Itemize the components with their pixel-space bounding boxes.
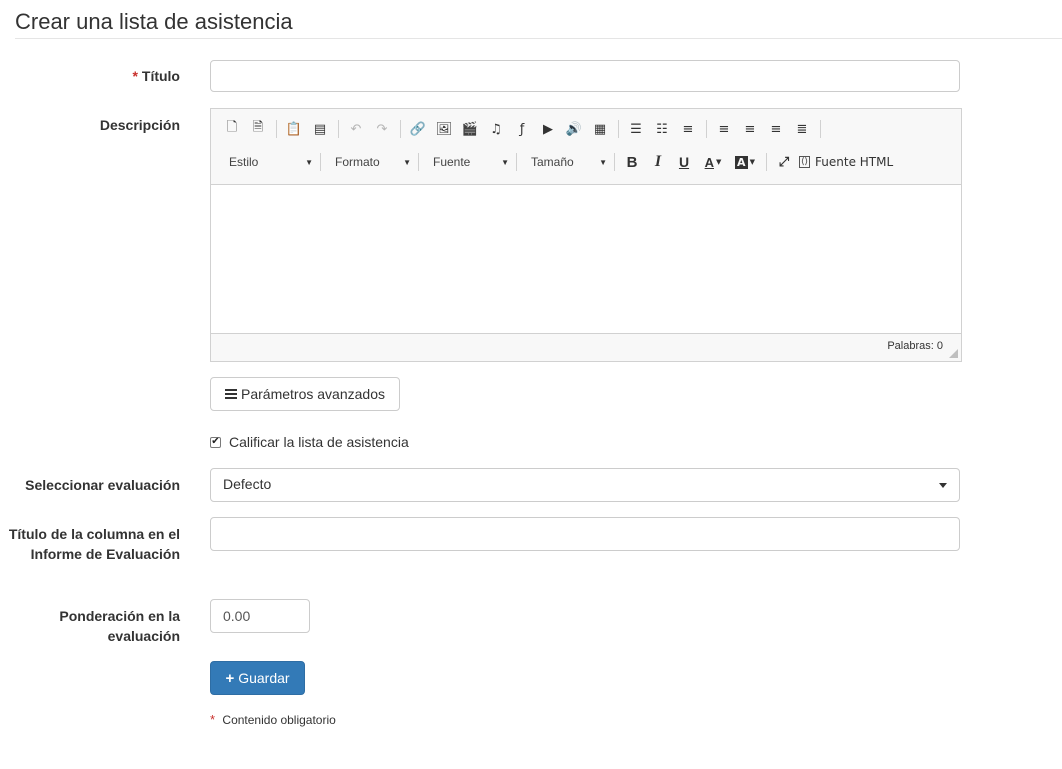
plus-icon: + bbox=[225, 669, 235, 687]
format-combo-label: Formato bbox=[335, 155, 380, 169]
toolbar-row-1: 🗋 🗎 📋 ▤ ↶ ↷ 🔗 🖼 🎬 ♫ ƒ ▶ 🔊 ▦ ☰ ☷ ≡ ≡ ≡ ≡ bbox=[221, 117, 827, 141]
resize-handle[interactable] bbox=[949, 349, 958, 358]
advanced-parameters-button[interactable]: Parámetros avanzados bbox=[210, 377, 400, 411]
save-button-label: Guardar bbox=[238, 670, 290, 686]
toolbar-separator bbox=[766, 153, 767, 171]
toolbar-row-2: Estilo ▼ Formato ▼ Fuente ▼ Tamaño ▼ B I… bbox=[221, 150, 893, 174]
required-marker: * bbox=[210, 712, 216, 727]
video-icon[interactable]: 🎬 bbox=[459, 118, 481, 140]
column-title-input[interactable] bbox=[210, 517, 960, 551]
maximize-icon[interactable]: ⤢ bbox=[773, 151, 795, 173]
source-icon: ⟨⟩ bbox=[799, 156, 811, 168]
redo-icon[interactable]: ↷ bbox=[371, 118, 393, 140]
description-label: Descripción bbox=[99, 117, 180, 133]
text-color-icon: A bbox=[704, 154, 714, 170]
align-right-icon[interactable]: ≡ bbox=[765, 118, 787, 140]
required-marker: * bbox=[132, 68, 138, 84]
justify-icon[interactable]: ≣ bbox=[791, 118, 813, 140]
paste-html-icon[interactable]: ▤ bbox=[309, 118, 331, 140]
column-title-label: Título de la columna en el Informe de Ev… bbox=[8, 526, 180, 562]
required-note: * Contenido obligatorio bbox=[210, 712, 336, 727]
background-color-button[interactable]: A ▼ bbox=[731, 151, 759, 173]
toolbar-separator bbox=[706, 120, 707, 138]
rich-text-editor: 🗋 🗎 📋 ▤ ↶ ↷ 🔗 🖼 🎬 ♫ ƒ ▶ 🔊 ▦ ☰ ☷ ≡ ≡ ≡ ≡ bbox=[210, 108, 962, 362]
chevron-down-icon: ▼ bbox=[716, 158, 722, 166]
title-label-text: Título bbox=[141, 68, 180, 84]
italic-button[interactable]: I bbox=[647, 151, 669, 173]
image-icon[interactable]: 🖼 bbox=[433, 118, 455, 140]
size-combo-label: Tamaño bbox=[531, 155, 574, 169]
toolbar-separator bbox=[614, 153, 615, 171]
save-button[interactable]: + Guardar bbox=[210, 661, 305, 695]
qualify-checkbox-row[interactable]: ✔ Calificar la lista de asistencia bbox=[210, 434, 409, 450]
audio-clip-icon[interactable]: ♫ bbox=[485, 118, 507, 140]
toolbar-separator bbox=[618, 120, 619, 138]
chevron-down-icon: ▼ bbox=[305, 157, 313, 167]
font-combo-label: Fuente bbox=[433, 155, 471, 169]
toolbar-separator bbox=[400, 120, 401, 138]
toolbar-separator bbox=[276, 120, 277, 138]
underline-button[interactable]: U bbox=[673, 151, 695, 173]
evaluation-select-value: Defecto bbox=[223, 476, 272, 492]
chevron-down-icon: ▼ bbox=[599, 157, 607, 167]
source-html-label: Fuente HTML bbox=[815, 155, 894, 169]
qualify-checkbox[interactable]: ✔ bbox=[210, 436, 221, 448]
align-center-icon[interactable]: ≡ bbox=[739, 118, 761, 140]
evaluation-select[interactable]: Defecto bbox=[210, 468, 960, 502]
evaluation-label: Seleccionar evaluación bbox=[25, 477, 180, 493]
toolbar-separator bbox=[820, 120, 821, 138]
toolbar-separator bbox=[516, 153, 517, 171]
advanced-parameters-label: Parámetros avanzados bbox=[241, 386, 385, 402]
size-combo[interactable]: Tamaño ▼ bbox=[523, 151, 611, 173]
word-count: Palabras: 0 bbox=[887, 340, 943, 352]
paste-word-icon[interactable]: 📋 bbox=[283, 118, 305, 140]
sound-icon[interactable]: 🔊 bbox=[563, 118, 585, 140]
horizontal-rule-icon[interactable]: ≡ bbox=[677, 118, 699, 140]
flash-icon[interactable]: ƒ bbox=[511, 118, 533, 140]
required-note-text: Contenido obligatorio bbox=[222, 713, 336, 727]
chevron-down-icon bbox=[939, 483, 947, 488]
chevron-down-icon: ▼ bbox=[749, 158, 755, 166]
table-icon[interactable]: ▦ bbox=[589, 118, 611, 140]
style-combo[interactable]: Estilo ▼ bbox=[221, 151, 317, 173]
bold-button[interactable]: B bbox=[621, 151, 643, 173]
weight-input[interactable] bbox=[210, 599, 310, 633]
text-color-button[interactable]: A ▼ bbox=[699, 151, 727, 173]
menu-icon bbox=[225, 387, 238, 401]
toolbar-separator bbox=[418, 153, 419, 171]
title-input[interactable] bbox=[210, 60, 960, 92]
new-page-icon[interactable]: 🗋 bbox=[221, 118, 243, 140]
weight-label: Ponderación en la evaluación bbox=[59, 608, 180, 644]
source-html-button[interactable]: ⟨⟩ Fuente HTML bbox=[799, 151, 893, 173]
editor-toolbar: 🗋 🗎 📋 ▤ ↶ ↷ 🔗 🖼 🎬 ♫ ƒ ▶ 🔊 ▦ ☰ ☷ ≡ ≡ ≡ ≡ bbox=[211, 109, 961, 185]
align-left-icon[interactable]: ≡ bbox=[713, 118, 735, 140]
qualify-checkbox-label[interactable]: Calificar la lista de asistencia bbox=[229, 434, 409, 450]
preview-icon[interactable]: 🗎 bbox=[247, 118, 269, 140]
editor-content-area[interactable] bbox=[211, 185, 961, 334]
bulleted-list-icon[interactable]: ☰ bbox=[625, 118, 647, 140]
toolbar-separator bbox=[320, 153, 321, 171]
numbered-list-icon[interactable]: ☷ bbox=[651, 118, 673, 140]
toolbar-separator bbox=[338, 120, 339, 138]
chevron-down-icon: ▼ bbox=[501, 157, 509, 167]
format-combo[interactable]: Formato ▼ bbox=[327, 151, 415, 173]
editor-statusbar: Palabras: 0 bbox=[211, 333, 961, 361]
title-label: * Título bbox=[0, 66, 180, 86]
title-divider bbox=[15, 38, 1062, 39]
link-icon[interactable]: 🔗 bbox=[407, 118, 429, 140]
undo-icon[interactable]: ↶ bbox=[345, 118, 367, 140]
font-combo[interactable]: Fuente ▼ bbox=[425, 151, 513, 173]
chevron-down-icon: ▼ bbox=[403, 157, 411, 167]
background-color-icon: A bbox=[735, 155, 748, 169]
page-title: Crear una lista de asistencia bbox=[15, 9, 293, 34]
style-combo-label: Estilo bbox=[229, 155, 259, 169]
youtube-icon[interactable]: ▶ bbox=[537, 118, 559, 140]
